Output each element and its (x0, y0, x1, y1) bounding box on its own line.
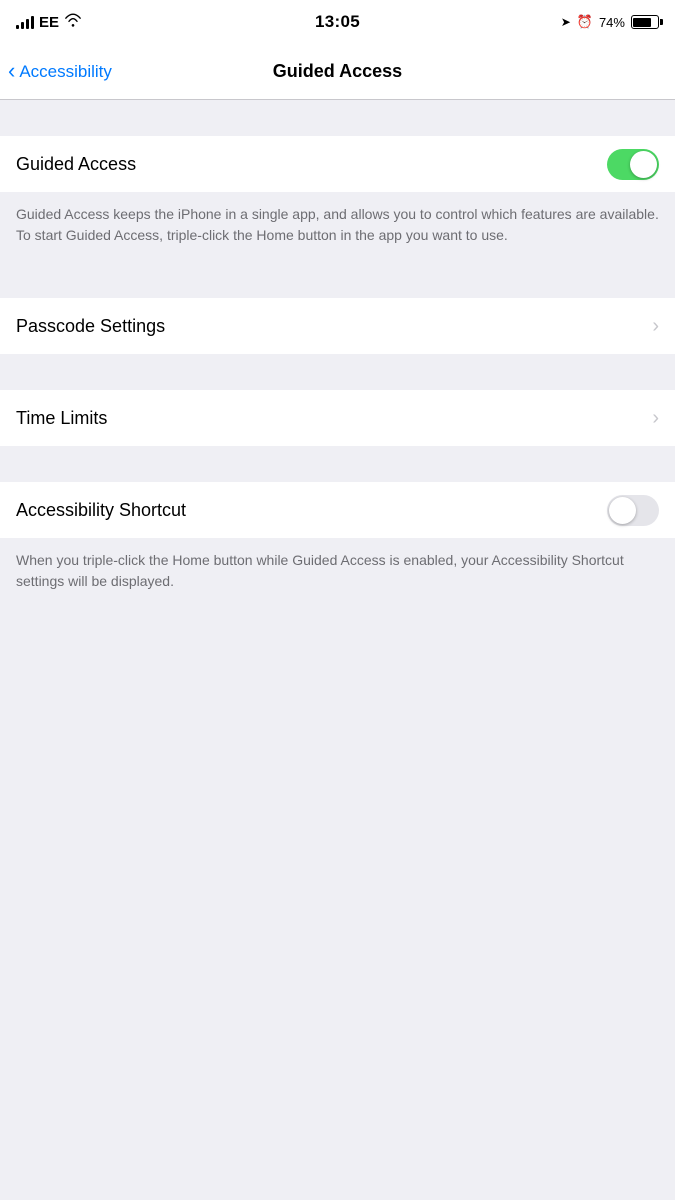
bottom-spacer (0, 608, 675, 1008)
accessibility-shortcut-description: When you triple-click the Home button wh… (0, 538, 675, 608)
location-icon: ➤ (561, 15, 571, 29)
passcode-settings-row[interactable]: Passcode Settings › (0, 298, 675, 354)
guided-access-label: Guided Access (16, 154, 607, 175)
wifi-icon (64, 13, 82, 31)
alarm-icon: ⏰ (577, 14, 593, 30)
accessibility-shortcut-toggle[interactable] (607, 495, 659, 526)
guided-access-row: Guided Access (0, 136, 675, 192)
status-bar: EE 13:05 ➤ ⏰ 74% (0, 0, 675, 44)
time-limits-chevron-icon: › (652, 407, 659, 430)
section-gap-2 (0, 354, 675, 390)
passcode-settings-label: Passcode Settings (16, 316, 652, 337)
accessibility-shortcut-toggle-knob (609, 497, 636, 524)
status-bar-right: ➤ ⏰ 74% (539, 14, 659, 30)
accessibility-shortcut-row: Accessibility Shortcut (0, 482, 675, 538)
signal-bar-3 (26, 19, 29, 29)
toggle-knob (630, 151, 657, 178)
time-limits-row[interactable]: Time Limits › (0, 390, 675, 446)
battery-icon (631, 15, 659, 29)
battery-percent-label: 74% (599, 15, 625, 30)
section-gap-1 (0, 262, 675, 298)
page-title: Guided Access (273, 61, 402, 82)
navigation-bar: ‹ Accessibility Guided Access (0, 44, 675, 100)
section-gap-3 (0, 446, 675, 482)
battery-fill (633, 18, 650, 27)
signal-bar-1 (16, 25, 19, 29)
signal-bar-4 (31, 16, 34, 29)
status-bar-left: EE (16, 13, 136, 31)
passcode-chevron-icon: › (652, 315, 659, 338)
signal-bars-icon (16, 15, 34, 29)
accessibility-shortcut-section: Accessibility Shortcut (0, 482, 675, 538)
guided-access-toggle[interactable] (607, 149, 659, 180)
back-label: Accessibility (19, 62, 112, 82)
time-limits-label: Time Limits (16, 408, 652, 429)
signal-bar-2 (21, 22, 24, 29)
section-gap-top (0, 100, 675, 136)
back-button[interactable]: ‹ Accessibility (0, 61, 122, 82)
passcode-settings-section: Passcode Settings › (0, 298, 675, 354)
battery-indicator (631, 15, 659, 29)
back-chevron-icon: ‹ (8, 60, 15, 82)
accessibility-shortcut-label: Accessibility Shortcut (16, 500, 607, 521)
guided-access-section: Guided Access (0, 136, 675, 192)
carrier-label: EE (39, 14, 59, 31)
guided-access-description: Guided Access keeps the iPhone in a sing… (0, 192, 675, 262)
time-limits-section: Time Limits › (0, 390, 675, 446)
status-bar-time: 13:05 (315, 12, 360, 32)
